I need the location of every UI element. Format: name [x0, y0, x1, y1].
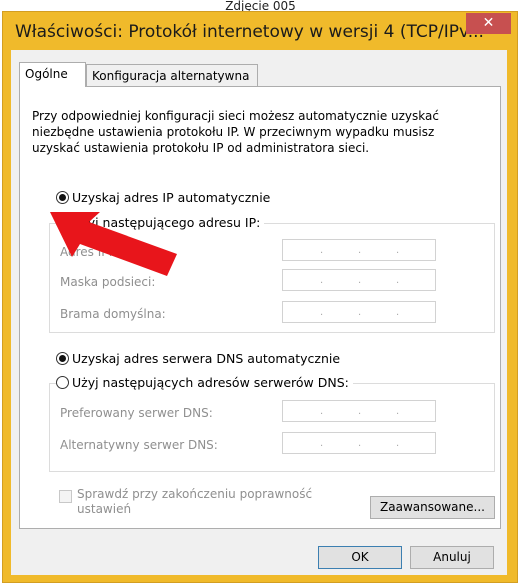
ip-address-input[interactable]: ...	[282, 239, 436, 261]
description-text: Przy odpowiedniej konfiguracji sieci moż…	[32, 109, 439, 155]
radio-indicator	[56, 376, 69, 389]
alternate-dns-input[interactable]: ...	[282, 432, 436, 454]
preferred-dns-input[interactable]: ...	[282, 400, 436, 422]
advanced-button[interactable]: Zaawansowane...	[370, 496, 495, 519]
radio-indicator-checked	[56, 191, 69, 204]
title-bar[interactable]: Właściwości: Protokół internetowy w wers…	[3, 12, 517, 49]
default-gateway-input[interactable]: ...	[282, 301, 436, 323]
cancel-button[interactable]: Anuluj	[410, 546, 494, 569]
default-gateway-label: Brama domyślna:	[60, 307, 166, 321]
radio-obtain-dns-auto-label: Uzyskaj adres serwera DNS automatycznie	[72, 351, 341, 366]
tab-alternate-configuration[interactable]: Konfiguracja alternatywna	[86, 64, 258, 86]
preferred-dns-label: Preferowany serwer DNS:	[60, 406, 213, 420]
close-button[interactable]: ✕	[466, 13, 511, 34]
validate-settings-label: Sprawdź przy zakończeniu poprawność usta…	[77, 487, 313, 516]
radio-use-dns-label: Użyj następujących adresów serwerów DNS:	[72, 375, 349, 390]
radio-indicator-checked	[56, 352, 69, 365]
radio-obtain-ip-auto[interactable]: Uzyskaj adres IP automatycznie	[56, 191, 270, 205]
dialog-window: Właściwości: Protokół internetowy w wers…	[2, 11, 518, 583]
red-arrow-annotation	[50, 212, 177, 276]
tab-general[interactable]: Ogólne	[19, 62, 86, 87]
validate-settings-checkbox[interactable]	[59, 490, 72, 503]
radio-use-dns[interactable]: Użyj następujących adresów serwerów DNS:	[56, 376, 353, 390]
dialog-body: Ogólne Konfiguracja alternatywna Przy od…	[11, 50, 507, 575]
ok-button[interactable]: OK	[318, 546, 402, 569]
radio-obtain-dns-auto[interactable]: Uzyskaj adres serwera DNS automatycznie	[56, 352, 340, 366]
alternate-dns-label: Alternatywny serwer DNS:	[60, 438, 218, 452]
subnet-mask-input[interactable]: ...	[282, 269, 436, 291]
window-title: Właściwości: Protokół internetowy w wers…	[15, 22, 484, 42]
dns-settings-group	[49, 383, 495, 472]
radio-obtain-ip-auto-label: Uzyskaj adres IP automatycznie	[72, 190, 271, 205]
